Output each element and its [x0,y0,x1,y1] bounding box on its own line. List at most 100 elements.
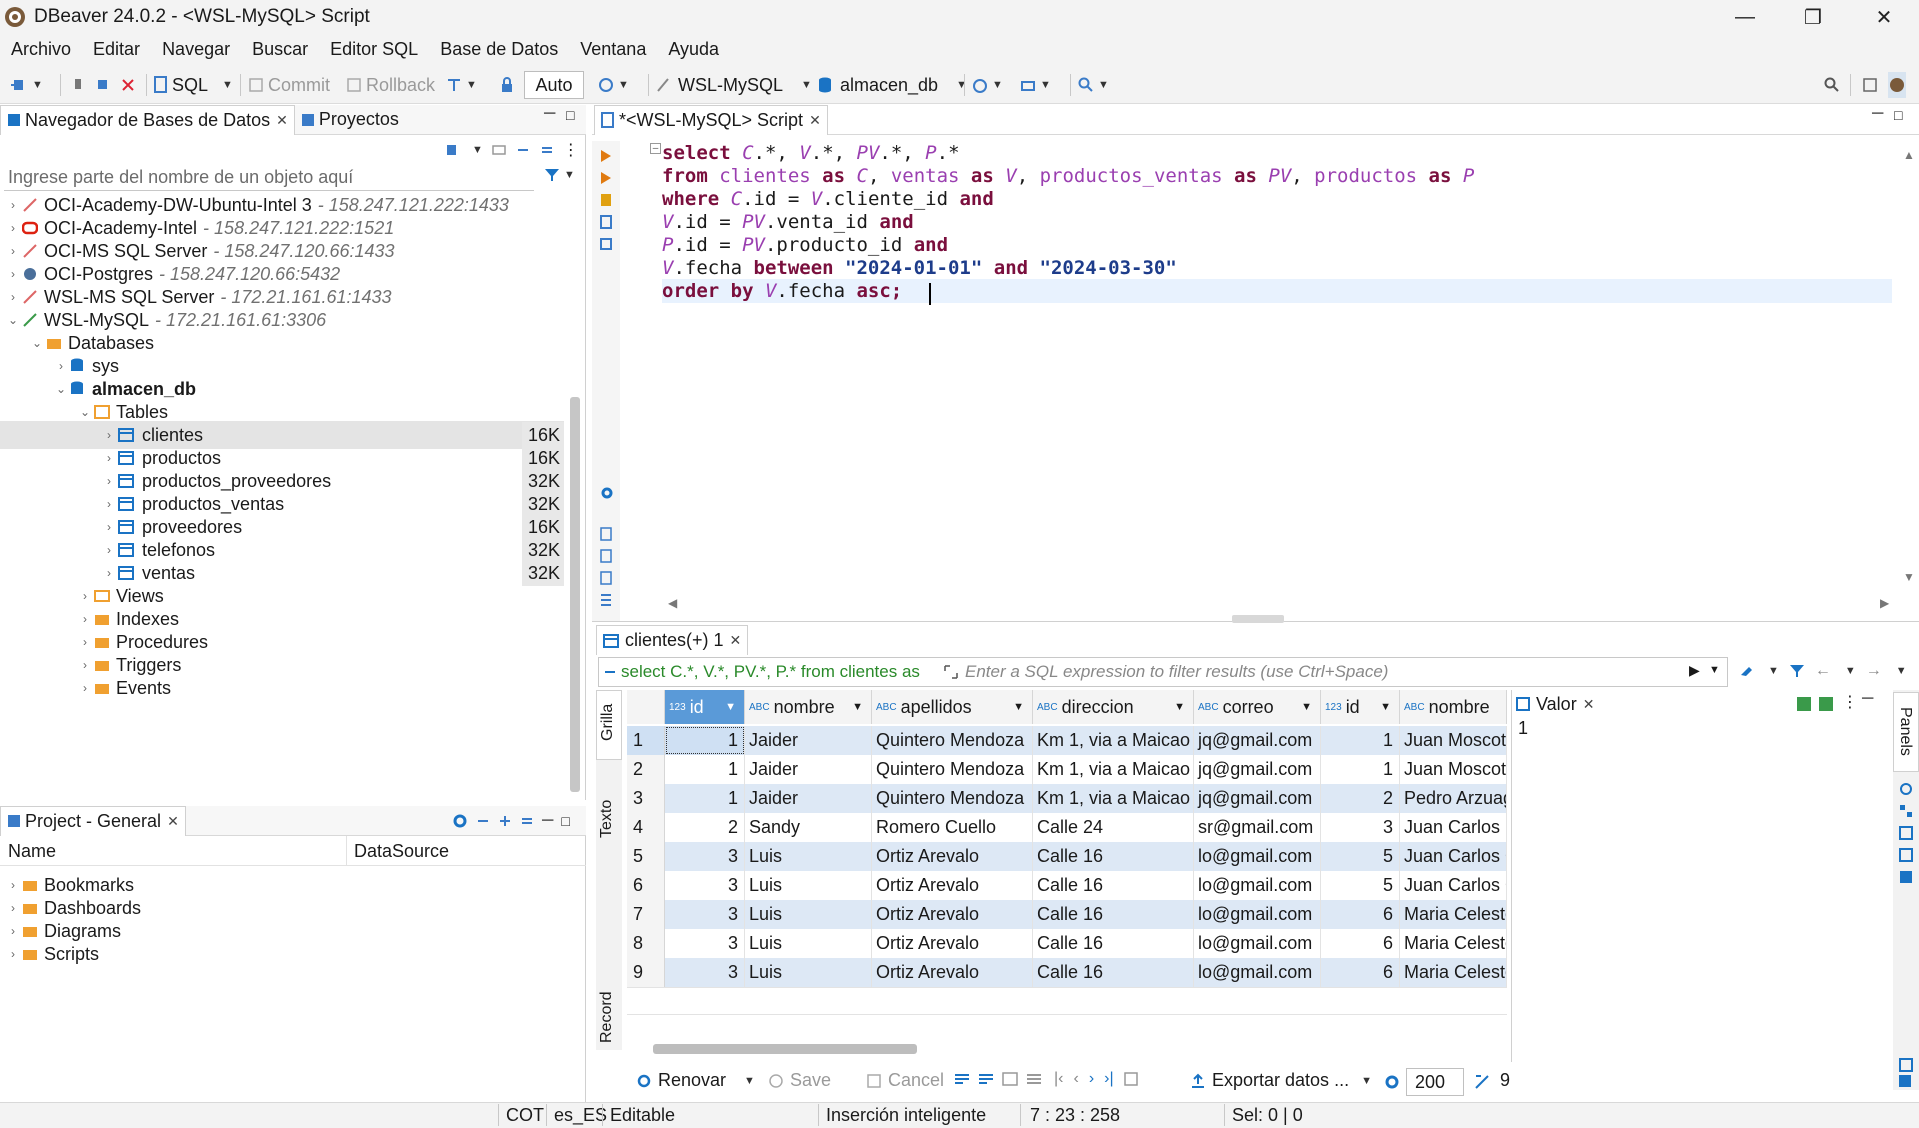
maximize-panel-button[interactable]: □ [1894,107,1902,123]
grid-cell[interactable]: Calle 16 [1033,842,1194,871]
perspective-button[interactable] [1862,72,1878,98]
column-header[interactable]: ABC nombre ▼ [745,690,872,724]
scroll-right-arrow[interactable]: ▶ [1880,596,1889,610]
filter-icon[interactable] [1789,663,1805,679]
tx-mode-field[interactable]: Auto [524,71,584,99]
active-connection-selector[interactable]: WSL-MySQL ▼ [656,72,812,98]
filter-history-dropdown[interactable]: ▼ [1709,664,1720,676]
grid-cell[interactable]: jq@gmail.com [1194,784,1321,813]
menu-ayuda[interactable]: Ayuda [668,39,719,60]
menu-archivo[interactable]: Archivo [11,39,71,60]
new-connection-icon[interactable] [444,142,460,158]
grid-cell[interactable]: Juan Moscote [1400,726,1507,755]
search-button[interactable]: ▼ [1078,72,1109,98]
side-tab-grilla[interactable]: Grilla [596,690,622,760]
menu-base-de-datos[interactable]: Base de Datos [440,39,558,60]
row-count-icon[interactable] [1474,1074,1490,1090]
execute-new-tab-icon[interactable] [600,193,612,207]
minimize-panel-button[interactable]: ─ [1872,105,1883,123]
scroll-left-arrow[interactable]: ◀ [668,596,677,610]
panels-tab[interactable]: Panels [1893,692,1919,772]
grid-cell[interactable]: 5 [1321,842,1400,871]
navigator-filter-input[interactable]: Ingrese parte del nombre de un objeto aq… [4,163,534,191]
grid-cell[interactable]: sr@gmail.com [1194,813,1321,842]
edit-row-icon[interactable] [954,1072,970,1086]
menu-buscar[interactable]: Buscar [252,39,308,60]
disconnect-button[interactable] [120,72,136,98]
tools-button[interactable]: ▼ [1020,72,1051,98]
value-content[interactable]: 1 [1518,718,1528,739]
minimize-panel-button[interactable]: ─ [542,812,553,830]
grid-cell[interactable]: Quintero Mendoza [872,726,1033,755]
column-header[interactable]: ABC correo ▼ [1194,690,1321,724]
grid-cell[interactable]: Luis [745,842,872,871]
grid-cell[interactable]: Luis [745,958,872,987]
grid-cell[interactable]: Maria Celeste [1400,929,1507,958]
query-preview[interactable]: select C.*, V.*, PV.*, P.* from clientes… [621,662,943,682]
grid-cell[interactable]: Luis [745,900,872,929]
fetch-size-input[interactable]: 200 [1406,1068,1464,1096]
tab-projects[interactable]: Proyectos [295,105,405,135]
close-icon[interactable]: ✕ [730,632,742,649]
last-page-icon[interactable]: ›| [1104,1070,1113,1088]
grid-cell[interactable]: lo@gmail.com [1194,900,1321,929]
grid-cell[interactable]: Jaider [745,755,872,784]
next-page-icon[interactable]: › [1089,1070,1094,1088]
grid-cell[interactable]: Luis [745,871,872,900]
maximize-panel-button[interactable]: □ [561,813,569,829]
active-database-selector[interactable]: almacen_db ▼ [818,72,967,98]
grid-cell[interactable]: Romero Cuello [872,813,1033,842]
grid-cell[interactable]: Quintero Mendoza [872,784,1033,813]
reconnect-button[interactable] [95,72,111,98]
sync-icon[interactable] [520,814,534,828]
sql-line[interactable]: order by V.fecha asc; [662,279,914,303]
calc-icon[interactable] [1899,826,1913,840]
row-number[interactable]: 9 [627,958,665,987]
grid-cell[interactable]: Pedro Arzuaga [1400,784,1507,813]
column-header[interactable]: ABC apellidos ▼ [872,690,1033,724]
close-icon[interactable]: ✕ [276,112,288,129]
column-datasource[interactable]: DataSource [354,841,449,862]
column-header[interactable]: ABC direccion ▼ [1033,690,1194,724]
grid-cell[interactable]: Juan Moscote [1400,755,1507,784]
close-icon[interactable]: ✕ [809,112,821,129]
settings-gear-icon[interactable] [600,486,614,500]
grid-cell[interactable]: Km 1, via a Maicao [1033,726,1194,755]
sql-line[interactable]: from clientes as C, ventas as V, product… [662,164,1474,188]
add-row-icon[interactable] [978,1072,994,1086]
row-number[interactable]: 5 [627,842,665,871]
view-menu-icon[interactable]: ⋮ [563,140,579,160]
fetch-settings-gear-icon[interactable] [1384,1074,1400,1090]
grid-cell[interactable]: Km 1, via a Maicao [1033,784,1194,813]
metadata-icon[interactable] [1899,782,1913,796]
tab-project-general[interactable]: Project - General ✕ [0,805,186,836]
maximize-panel-button[interactable]: □ [566,107,574,123]
transaction-mode-button[interactable]: ▼ [446,72,477,98]
layout-icon[interactable] [1899,1058,1913,1072]
back-arrow-icon[interactable]: ← [1815,662,1831,680]
export-button[interactable]: Exportar datos ... ▼ [1190,1070,1372,1091]
grid-cell[interactable]: Ortiz Arevalo [872,929,1033,958]
menu-ventana[interactable]: Ventana [580,39,646,60]
grid-cell[interactable]: 3 [665,871,745,900]
export-script-icon[interactable] [600,571,612,585]
auto-apply-icon[interactable] [1818,696,1834,712]
load-script-icon[interactable] [600,527,612,541]
collapse-all-icon[interactable] [476,814,490,828]
navigator-scrollbar[interactable] [570,397,580,792]
grid-cell[interactable]: Km 1, via a Maicao [1033,755,1194,784]
grid-cell[interactable]: Juan Carlos G [1400,871,1507,900]
scroll-up-arrow[interactable]: ▲ [1903,148,1915,162]
grid-cell[interactable]: Ortiz Arevalo [872,900,1033,929]
project-item-scripts[interactable]: › Scripts [4,940,99,968]
grid-cell[interactable]: Luis [745,929,872,958]
grid-horizontal-scrollbar[interactable] [653,1044,917,1054]
grid-cell[interactable]: jq@gmail.com [1194,755,1321,784]
copy-row-icon[interactable] [1002,1072,1018,1086]
grid-cell[interactable]: Calle 16 [1033,929,1194,958]
row-number[interactable]: 2 [627,755,665,784]
view-menu-icon[interactable]: ⋮ [1842,692,1858,712]
grid-cell[interactable]: 6 [1321,958,1400,987]
grid-cell[interactable]: Calle 24 [1033,813,1194,842]
previous-page-icon[interactable]: ‹ [1073,1070,1078,1088]
